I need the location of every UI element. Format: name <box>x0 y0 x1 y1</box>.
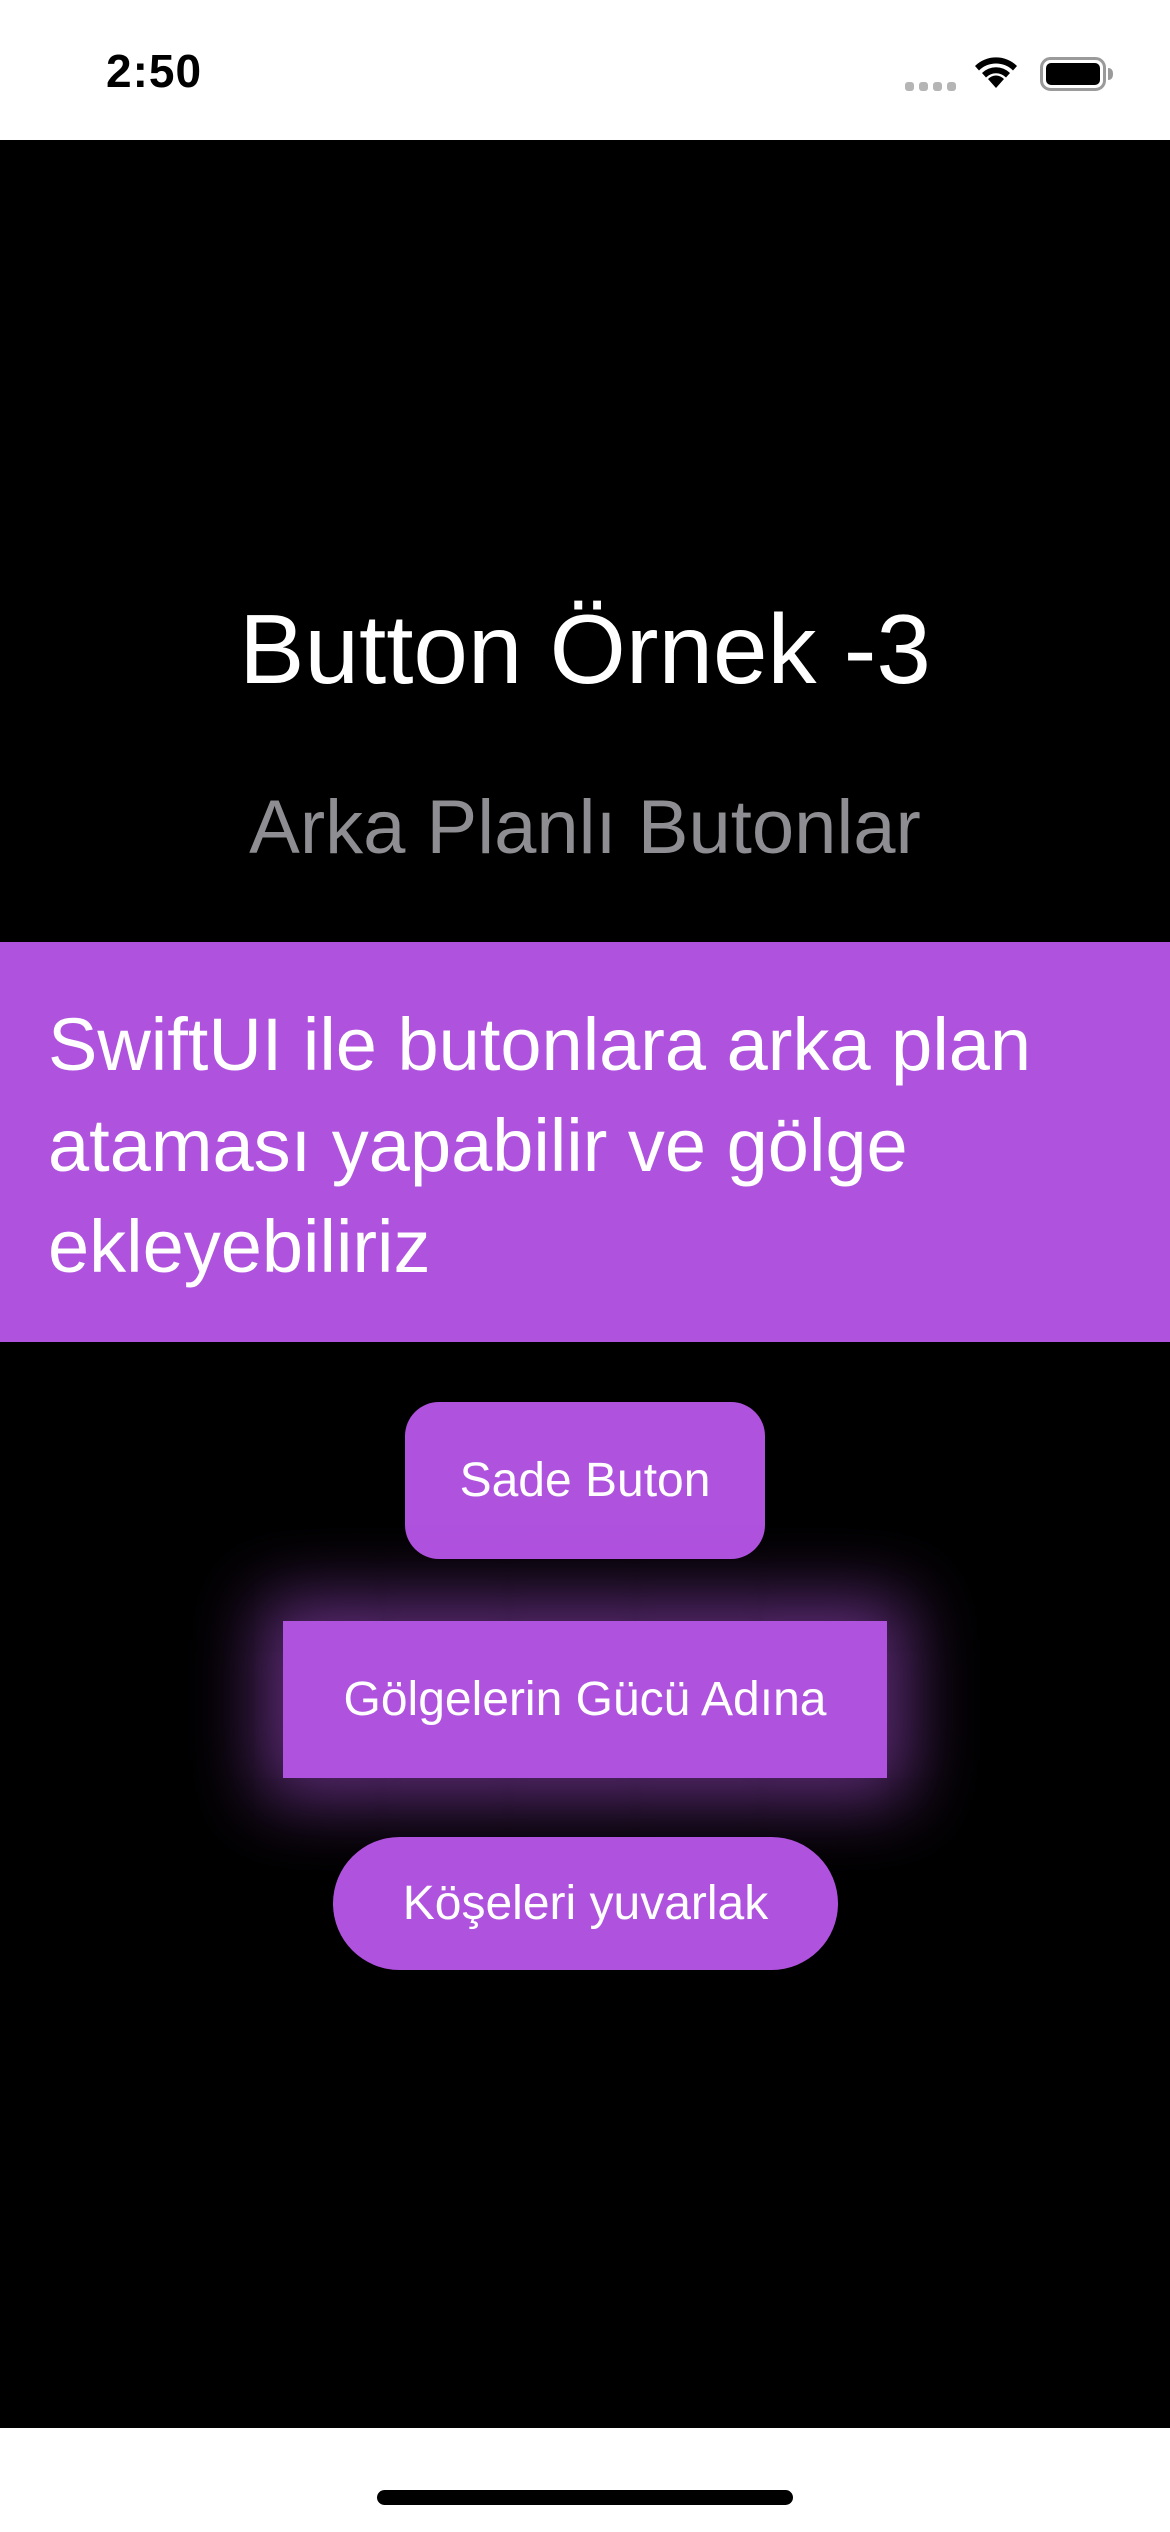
status-bar: 2:50 <box>0 0 1170 140</box>
page-title: Button Örnek -3 <box>239 594 931 704</box>
main-screen: Button Örnek -3 Arka Planlı Butonlar Swi… <box>0 140 1170 2428</box>
home-area <box>0 2428 1170 2532</box>
page-subtitle: Arka Planlı Butonlar <box>249 785 921 870</box>
cellular-signal-icon <box>905 82 956 91</box>
banner-text: SwiftUI ile butonlara arka plan ataması … <box>48 1003 1032 1288</box>
plain-button[interactable]: Sade Buton <box>405 1402 765 1559</box>
battery-icon <box>1040 57 1113 91</box>
shadow-button[interactable]: Gölgelerin Gücü Adına <box>283 1621 887 1778</box>
wifi-icon <box>975 57 1017 88</box>
home-indicator[interactable] <box>377 2490 793 2505</box>
rounded-button[interactable]: Köşeleri yuvarlak <box>333 1837 838 1970</box>
info-banner: SwiftUI ile butonlara arka plan ataması … <box>0 942 1170 1342</box>
status-time: 2:50 <box>106 45 203 97</box>
